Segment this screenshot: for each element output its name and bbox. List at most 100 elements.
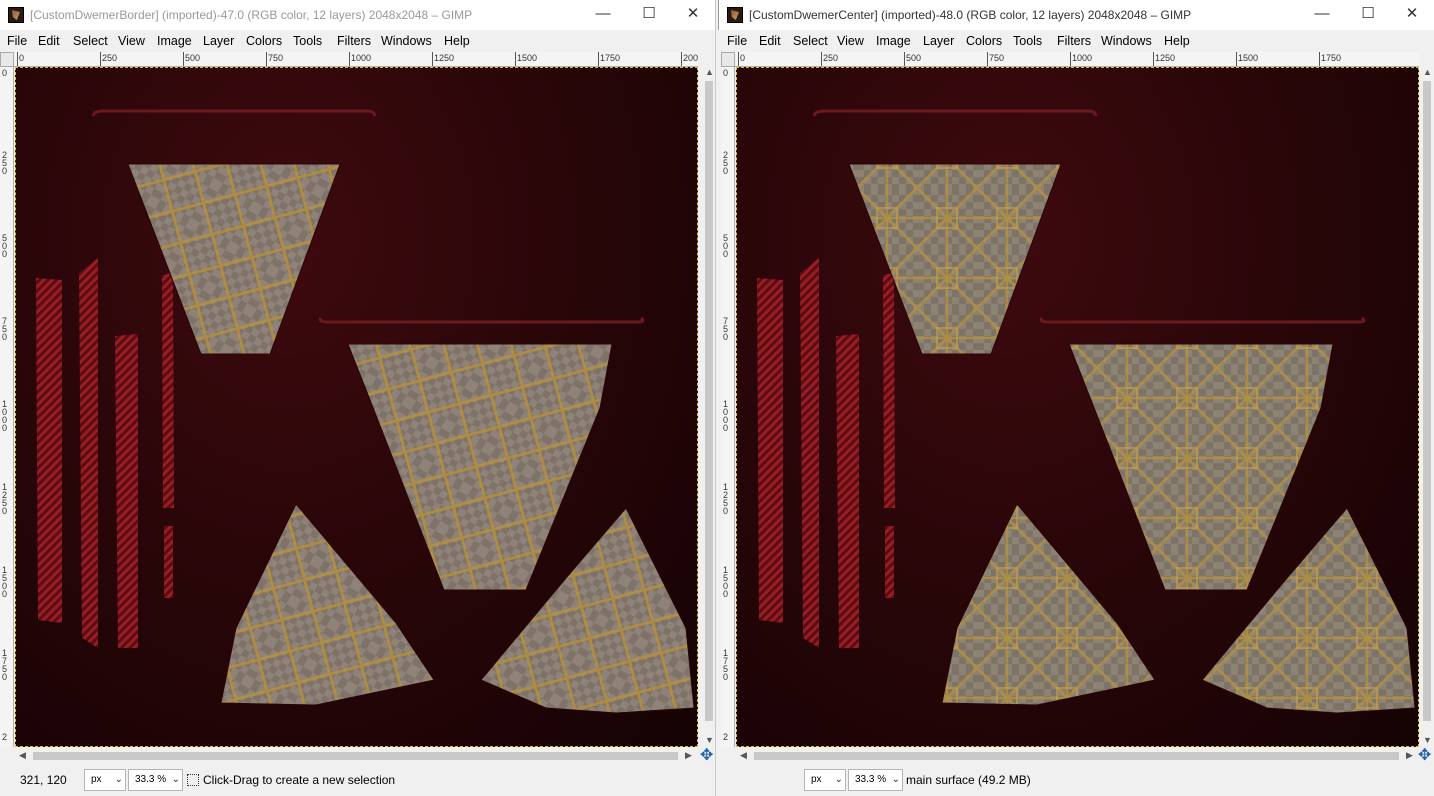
menu-edit[interactable]: Edit [759, 34, 781, 48]
menu-windows[interactable]: Windows [381, 34, 432, 48]
status-message: Click-Drag to create a new selection [203, 773, 396, 787]
navigate-icon[interactable]: ✥ [700, 748, 715, 764]
ruler-label: 250 [102, 53, 118, 63]
menu-help[interactable]: Help [444, 34, 470, 48]
menu-view[interactable]: View [118, 34, 145, 48]
ruler-label: 500 [185, 53, 201, 63]
unit-select[interactable]: px ⌄ [804, 769, 846, 791]
scroll-right-icon[interactable]: ▶ [685, 750, 692, 761]
title-bar[interactable]: [CustomDwemerCenter] (imported)-48.0 (RG… [718, 0, 1434, 30]
scroll-down-icon[interactable]: ▼ [705, 735, 714, 745]
menu-tools[interactable]: Tools [293, 34, 322, 48]
ruler-label: 1750 [723, 648, 729, 682]
menu-select[interactable]: Select [73, 34, 108, 48]
ruler-label: 750 [2, 316, 8, 342]
status-bar: px ⌄ 33.3 % ⌄ main surface (49.2 MB) [718, 764, 1434, 796]
navigate-icon[interactable]: ✥ [1418, 748, 1434, 764]
maximize-button[interactable]: ☐ [626, 0, 672, 30]
scroll-down-icon[interactable]: ▼ [1423, 735, 1432, 745]
ruler-label: 2 [2, 732, 8, 742]
menu-select[interactable]: Select [793, 34, 828, 48]
menu-file[interactable]: File [7, 34, 27, 48]
zoom-select[interactable]: 33.3 % ⌄ [128, 769, 183, 791]
ruler-label: 1500 [723, 565, 729, 599]
scroll-right-icon[interactable]: ▶ [1406, 750, 1413, 761]
ruler-corner[interactable] [0, 52, 14, 67]
scroll-up-icon[interactable]: ▲ [705, 67, 714, 77]
menu-windows[interactable]: Windows [1101, 34, 1152, 48]
scroll-up-icon[interactable]: ▲ [1423, 67, 1432, 77]
ruler-label: 1500 [2, 565, 8, 599]
window-title: [CustomDwemerCenter] (imported)-48.0 (RG… [749, 8, 1192, 22]
ruler-label: 200 [683, 53, 698, 63]
chevron-down-icon: ⌄ [114, 774, 123, 785]
ruler-label: 250 [2, 150, 8, 176]
menu-image[interactable]: Image [876, 34, 911, 48]
rect-select-icon [187, 774, 199, 786]
window-title: [CustomDwemerBorder] (imported)-47.0 (RG… [30, 8, 473, 22]
texture-artwork [36, 109, 695, 714]
vertical-ruler[interactable]: 0 250 500 750 1000 1250 1500 1750 2 [0, 67, 14, 747]
horizontal-ruler[interactable]: 0 250 500 750 1000 1250 1500 1750 [735, 52, 1419, 67]
ruler-label: 1000 [351, 53, 372, 63]
pointer-coordinates: 321, 120 [20, 773, 67, 787]
ruler-corner[interactable] [721, 52, 735, 67]
vertical-ruler[interactable]: 0 250 500 750 1000 1250 1500 1750 2 [721, 67, 735, 747]
menu-filters[interactable]: Filters [1057, 34, 1091, 48]
ruler-label: 0 [740, 53, 746, 63]
ruler-label: 1250 [434, 53, 455, 63]
scroll-thumb[interactable] [1423, 81, 1431, 721]
horizontal-scrollbar[interactable]: ◀ ▶ [736, 748, 1419, 763]
ruler-label: 750 [989, 53, 1005, 63]
gimp-icon [8, 7, 24, 23]
menu-filters[interactable]: Filters [337, 34, 371, 48]
menu-image[interactable]: Image [157, 34, 192, 48]
scroll-thumb[interactable] [705, 81, 713, 721]
close-button[interactable]: ✕ [670, 0, 715, 30]
ruler-label: 1750 [600, 53, 621, 63]
ruler-label: 1000 [1072, 53, 1093, 63]
scroll-thumb[interactable] [754, 752, 1399, 760]
zoom-select[interactable]: 33.3 % ⌄ [848, 769, 903, 791]
zoom-value: 33.3 % [855, 774, 887, 785]
menu-help[interactable]: Help [1164, 34, 1190, 48]
scroll-left-icon[interactable]: ◀ [19, 750, 26, 761]
menu-file[interactable]: File [727, 34, 747, 48]
chevron-down-icon: ⌄ [171, 774, 180, 785]
menu-bar: File Edit Select View Image Layer Colors… [0, 30, 715, 52]
scroll-left-icon[interactable]: ◀ [740, 750, 747, 761]
unit-select[interactable]: px ⌄ [84, 769, 126, 791]
image-canvas[interactable] [15, 67, 698, 747]
ruler-label: 0 [19, 53, 25, 63]
texture-artwork [757, 109, 1416, 714]
menu-view[interactable]: View [837, 34, 864, 48]
ruler-label: 1000 [723, 399, 729, 433]
vertical-scrollbar[interactable]: ▲ ▼ [1420, 67, 1434, 747]
ruler-label: 500 [906, 53, 922, 63]
chevron-down-icon: ⌄ [891, 774, 900, 785]
ruler-label: 1750 [2, 648, 8, 682]
ruler-label: 1500 [517, 53, 538, 63]
maximize-button[interactable]: ☐ [1345, 0, 1391, 30]
zoom-value: 33.3 % [135, 774, 167, 785]
image-canvas[interactable] [736, 67, 1419, 747]
scroll-thumb[interactable] [33, 752, 678, 760]
ruler-label: 750 [723, 316, 729, 342]
vertical-scrollbar[interactable]: ▲ ▼ [702, 67, 715, 747]
horizontal-scrollbar[interactable]: ◀ ▶ [15, 748, 698, 763]
minimize-button[interactable]: — [1299, 0, 1345, 30]
horizontal-ruler[interactable]: 0 250 500 750 1000 1250 1500 1750 200 [14, 52, 698, 67]
ruler-label: 0 [2, 68, 8, 78]
menu-tools[interactable]: Tools [1013, 34, 1042, 48]
minimize-button[interactable]: — [580, 0, 626, 30]
ruler-label: 1250 [723, 482, 729, 516]
gimp-window-right: [CustomDwemerCenter] (imported)-48.0 (RG… [718, 0, 1434, 796]
menu-colors[interactable]: Colors [966, 34, 1002, 48]
title-bar[interactable]: [CustomDwemerBorder] (imported)-47.0 (RG… [0, 0, 715, 30]
menu-colors[interactable]: Colors [246, 34, 282, 48]
close-button[interactable]: ✕ [1389, 0, 1434, 30]
menu-layer[interactable]: Layer [203, 34, 234, 48]
menu-edit[interactable]: Edit [38, 34, 60, 48]
menu-bar: File Edit Select View Image Layer Colors… [718, 30, 1434, 52]
menu-layer[interactable]: Layer [923, 34, 954, 48]
